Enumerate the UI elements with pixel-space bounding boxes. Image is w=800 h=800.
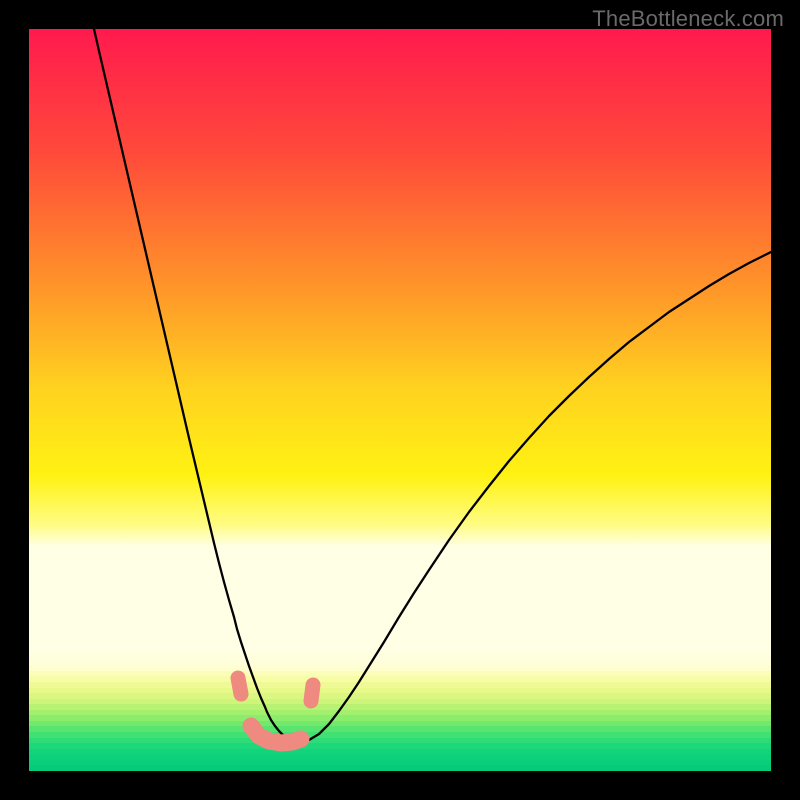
chart-svg bbox=[29, 29, 771, 771]
watermark-text: TheBottleneck.com bbox=[592, 6, 784, 32]
bottleneck-curve bbox=[94, 29, 771, 742]
floor-marker bbox=[238, 678, 241, 694]
chart-plot-area bbox=[29, 29, 771, 771]
floor-marker bbox=[311, 685, 313, 701]
